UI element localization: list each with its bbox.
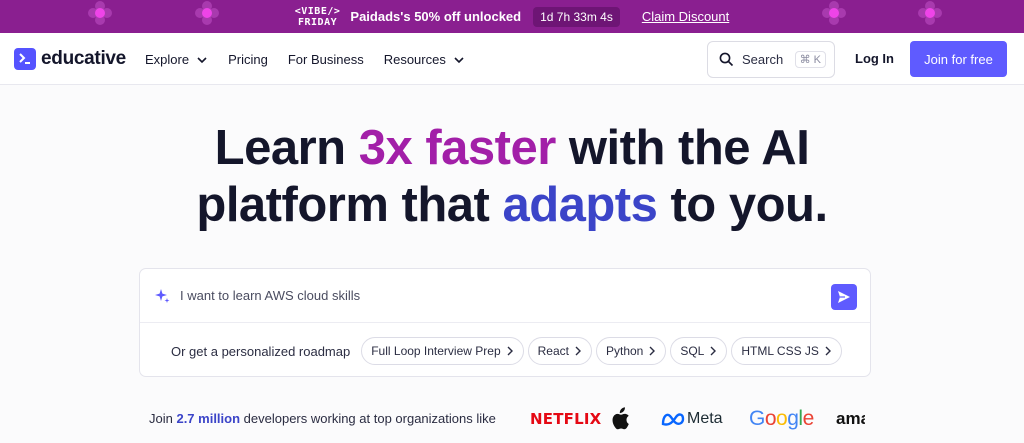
netflix-logo: NETFLIX (530, 410, 602, 428)
social-proof-text: Join 2.7 million developers working at t… (149, 411, 496, 426)
search-label: Search (742, 52, 784, 67)
learning-prompt-card: I want to learn AWS cloud skills Or get … (139, 268, 871, 377)
learning-prompt-input[interactable]: I want to learn AWS cloud skills (140, 269, 870, 323)
join-button[interactable]: Join for free (910, 41, 1007, 77)
apple-icon (610, 405, 630, 433)
claim-discount-link[interactable]: Claim Discount (642, 9, 729, 24)
chip-python[interactable]: Python (595, 337, 667, 365)
chip-full-loop-interview-prep[interactable]: Full Loop Interview Prep (361, 337, 524, 365)
logo-text: educative (41, 48, 126, 69)
roadmap-label: Or get a personalized roadmap (171, 343, 351, 359)
site-header: educative Explore Pricing For Business R… (0, 33, 1024, 85)
nav-pricing[interactable]: Pricing (228, 52, 268, 67)
login-link[interactable]: Log In (855, 51, 894, 66)
promo-banner: <VIBE/> FRIDAY Paidads's 50% off unlocke… (0, 0, 1024, 33)
search-button[interactable]: Search ⌘ K (707, 41, 835, 78)
chip-react[interactable]: React (527, 337, 592, 365)
search-shortcut: ⌘ K (794, 51, 826, 68)
flower-icon (918, 1, 942, 25)
nav-explore[interactable]: Explore (145, 52, 208, 67)
flower-icon (88, 1, 112, 25)
sparkle-icon (155, 288, 170, 303)
logo-mark-icon (14, 48, 36, 70)
flower-icon (195, 1, 219, 25)
chip-sql[interactable]: SQL (670, 337, 728, 365)
developer-count: 2.7 million (176, 411, 241, 426)
vibe-friday-badge: <VIBE/> FRIDAY (294, 5, 341, 28)
flower-icon (822, 1, 846, 25)
search-icon (719, 52, 734, 67)
headline-highlight: 3x faster (358, 121, 557, 175)
chevron-right-icon (825, 346, 831, 356)
nav-for-business[interactable]: For Business (288, 52, 364, 67)
chevron-down-icon (454, 56, 464, 63)
chevron-right-icon (710, 346, 717, 356)
meta-logo: Meta (661, 405, 723, 433)
main-nav: Explore Pricing For Business Resources (145, 52, 485, 67)
chevron-right-icon (575, 346, 581, 356)
send-icon (838, 291, 850, 303)
chip-html-css-js[interactable]: HTML CSS JS (731, 337, 842, 365)
amazon-logo: ama (836, 409, 865, 428)
chevron-right-icon (649, 346, 656, 356)
prompt-value: I want to learn AWS cloud skills (180, 288, 361, 303)
roadmap-chips: Or get a personalized roadmap Full Loop … (171, 337, 846, 365)
google-logo: Google (749, 407, 814, 430)
chevron-down-icon (197, 56, 207, 63)
send-button[interactable] (831, 284, 857, 310)
hero-headline: Learn 3x faster with the AI platform tha… (196, 121, 828, 232)
chevron-right-icon (507, 346, 513, 356)
brand-logos: NETFLIX Meta Google ama (530, 405, 865, 433)
nav-resources[interactable]: Resources (384, 52, 465, 67)
promo-text: Paidads's 50% off unlocked (350, 9, 522, 24)
logo[interactable]: educative (14, 48, 126, 70)
countdown-timer: 1d 7h 33m 4s (533, 6, 620, 27)
headline-highlight: adapts (502, 178, 658, 232)
